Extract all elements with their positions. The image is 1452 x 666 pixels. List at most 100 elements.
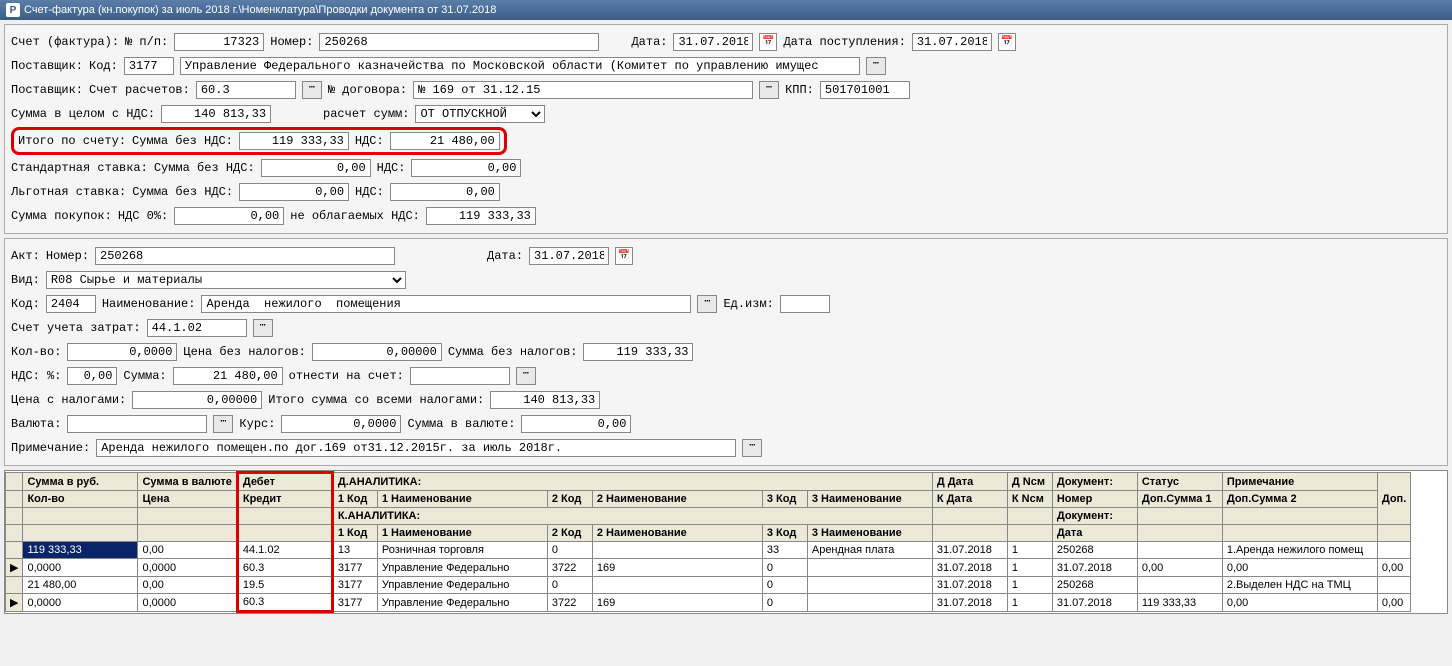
assign-input[interactable] [410,367,510,385]
total-highlight: Итого по счету: Сумма без НДС: НДС: [11,127,507,155]
number-input[interactable] [319,33,599,51]
lookup-button[interactable]: ⋯ [759,81,779,99]
total-tax-label: Итого сумма со всеми налогами: [268,393,484,407]
hdr-debit[interactable]: Дебет [237,473,332,491]
lookup-button[interactable]: ⋯ [213,415,233,433]
table-row[interactable]: 119 333,330,0044.1.0213Розничная торговл… [6,542,1411,559]
hdr-sum-rub[interactable]: Сумма в руб. [23,473,138,491]
supplier-label: Поставщик: [11,59,83,73]
vat-pct-input[interactable] [67,367,117,385]
hdr-dopsum2[interactable]: Доп.Сумма 2 [1222,491,1377,508]
lookup-button[interactable]: ⋯ [697,295,717,313]
hdr-name3[interactable]: 3 Наименование [807,491,932,508]
act-date-input[interactable] [529,247,609,265]
hdr-note[interactable]: Примечание [1222,473,1377,491]
lookup-button[interactable]: ⋯ [742,439,762,457]
unit-input[interactable] [780,295,830,313]
calendar-icon[interactable]: 📅 [615,247,633,265]
hdr-k-ncm[interactable]: К Ncм [1007,491,1052,508]
hdr-k-analytics[interactable]: К.АНАЛИТИКА: [332,508,932,525]
hdr-doc2[interactable]: Документ: [1052,508,1137,525]
postings-grid[interactable]: Сумма в руб. Сумма в валюте Дебет Д.АНАЛ… [4,470,1448,614]
hdr-d-date[interactable]: Д Дата [932,473,1007,491]
invoice-label: Счет (фактура): [11,35,119,49]
hdr-k-date[interactable]: К Дата [932,491,1007,508]
vat-input[interactable] [390,132,500,150]
hdr-code3b[interactable]: 3 Код [762,525,807,542]
act-number-input[interactable] [95,247,395,265]
hdr-code1[interactable]: 1 Код [332,491,377,508]
sum-notax-input[interactable] [583,343,693,361]
qty-input[interactable] [67,343,177,361]
hdr-name3b[interactable]: 3 Наименование [807,525,932,542]
pref-novat-input[interactable] [239,183,349,201]
table-row[interactable]: ▶0,00000,000060.33177Управление Федераль… [6,594,1411,612]
lookup-button[interactable]: ⋯ [302,81,322,99]
hdr-qty[interactable]: Кол-во [23,491,138,508]
vat-sum-label: Сумма: [123,369,166,383]
nom-name-input[interactable] [201,295,691,313]
supplier-label2: Поставщик: [11,83,83,97]
supplier-name-input[interactable] [180,57,860,75]
code-label: Код: [89,59,118,73]
hdr-d-analytics[interactable]: Д.АНАЛИТИКА: [332,473,932,491]
lookup-button[interactable]: ⋯ [516,367,536,385]
vat-label: НДС: [355,134,384,148]
notaxed-input[interactable] [426,207,536,225]
std-vat-input[interactable] [411,159,521,177]
hdr-name2[interactable]: 2 Наименование [592,491,762,508]
window-titlebar: P Счет-фактура (кн.покупок) за июль 2018… [0,0,1452,20]
note-input[interactable] [96,439,736,457]
receipt-date-input[interactable] [912,33,992,51]
date-input[interactable] [673,33,753,51]
hdr-name2b[interactable]: 2 Наименование [592,525,762,542]
lookup-button[interactable]: ⋯ [866,57,886,75]
hdr-code3[interactable]: 3 Код [762,491,807,508]
hdr-dopsum1[interactable]: Доп.Сумма 1 [1137,491,1222,508]
hdr-dop[interactable]: Доп. [1377,473,1410,525]
app-icon: P [6,3,20,17]
rate-input[interactable] [281,415,401,433]
contract-input[interactable] [413,81,753,99]
pref-vat-input[interactable] [390,183,500,201]
hdr-sum-cur[interactable]: Сумма в валюте [138,473,237,491]
hdr-code2b[interactable]: 2 Код [547,525,592,542]
vat-sum-input[interactable] [173,367,283,385]
supplier-code-input[interactable] [124,57,174,75]
cost-account-input[interactable] [147,319,247,337]
vat0-input[interactable] [174,207,284,225]
calc-select[interactable]: ОТ ОТПУСКНОЙ [415,105,545,123]
sum-novat-input[interactable] [239,132,349,150]
hdr-code1b[interactable]: 1 Код [332,525,377,542]
lookup-button[interactable]: ⋯ [253,319,273,337]
hdr-name1[interactable]: 1 Наименование [377,491,547,508]
kind-select[interactable]: R08 Сырье и материалы [46,271,406,289]
hdr-name1b[interactable]: 1 Наименование [377,525,547,542]
qty-label: Кол-во: [11,345,61,359]
hdr-credit[interactable]: Кредит [237,491,332,508]
hdr-price[interactable]: Цена [138,491,237,508]
table-row[interactable]: ▶0,00000,000060.33177Управление Федераль… [6,559,1411,577]
kpp-input[interactable] [820,81,910,99]
currency-input[interactable] [67,415,207,433]
sum-cur-input[interactable] [521,415,631,433]
hdr-code2[interactable]: 2 Код [547,491,592,508]
calendar-icon[interactable]: 📅 [759,33,777,51]
price-notax-input[interactable] [312,343,442,361]
total-tax-input[interactable] [490,391,600,409]
hdr-number[interactable]: Номер [1052,491,1137,508]
price-tax-input[interactable] [132,391,262,409]
calendar-icon[interactable]: 📅 [998,33,1016,51]
hdr-status[interactable]: Статус [1137,473,1222,491]
table-row[interactable]: 21 480,000,0019.53177Управление Федераль… [6,577,1411,594]
hdr-document[interactable]: Документ: [1052,473,1137,491]
np-input[interactable] [174,33,264,51]
vat-label: НДС: [377,161,406,175]
hdr-date[interactable]: Дата [1052,525,1137,542]
number-label: Номер: [270,35,313,49]
account-input[interactable] [196,81,296,99]
sum-vat-input[interactable] [161,105,271,123]
hdr-d-ncm[interactable]: Д Ncм [1007,473,1052,491]
nom-code-input[interactable] [46,295,96,313]
std-novat-input[interactable] [261,159,371,177]
